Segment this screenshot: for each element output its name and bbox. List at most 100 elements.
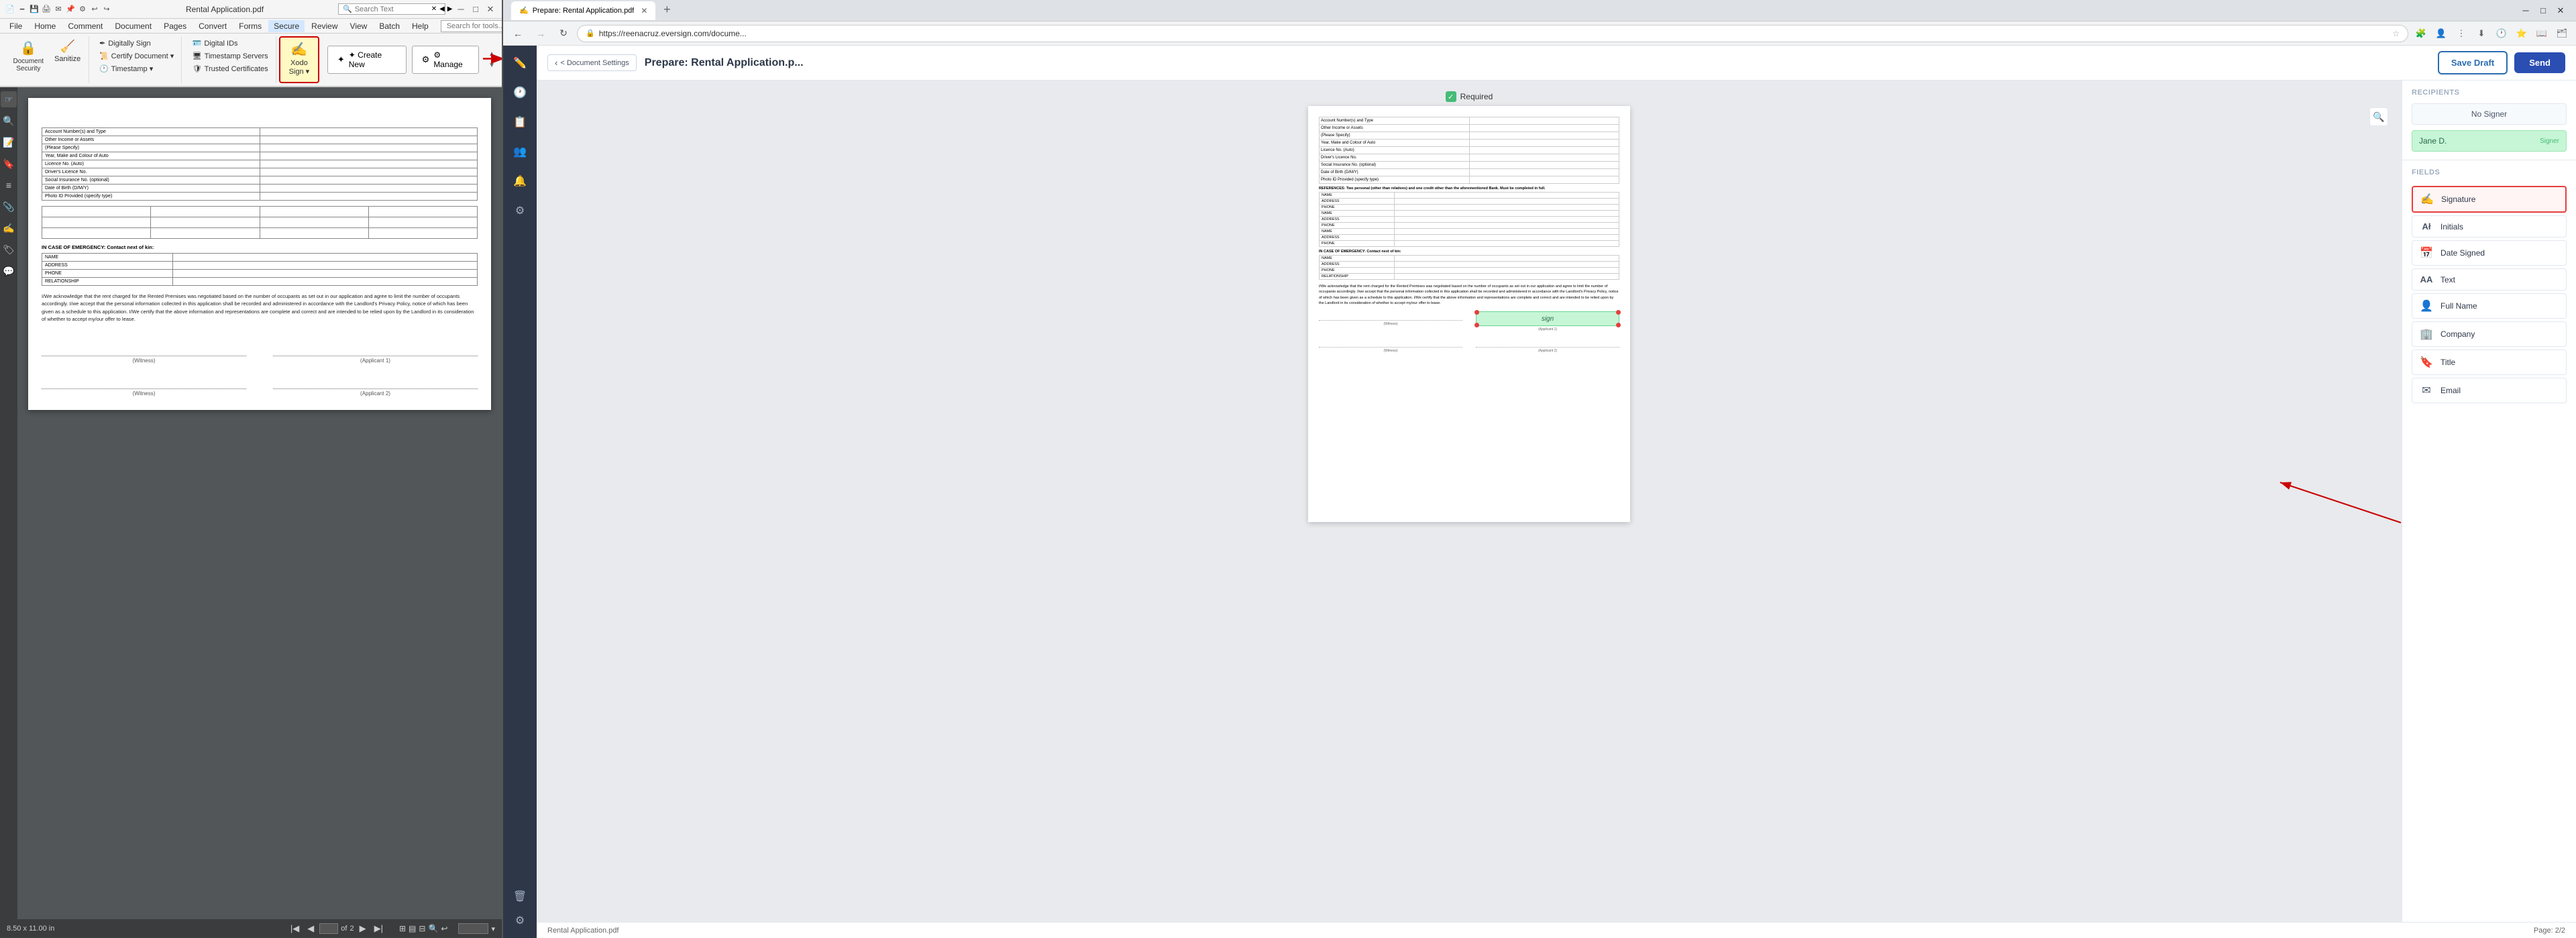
es-copy-icon[interactable]: 📋	[508, 110, 532, 134]
signature-field[interactable]: sign	[1476, 311, 1619, 326]
url-bar[interactable]: 🔒 https://reenacruz.eversign.com/docume.…	[577, 25, 2408, 42]
refresh-btn[interactable]: ↻	[554, 24, 573, 43]
browser-close-btn[interactable]: ✕	[2553, 3, 2568, 18]
menu-document[interactable]: Document	[109, 20, 157, 32]
field-item-full-name[interactable]: 👤 Full Name	[2412, 293, 2567, 319]
view-icon-1[interactable]: ⊞	[399, 924, 406, 933]
menu-view[interactable]: View	[345, 20, 373, 32]
menu-secure[interactable]: Secure	[268, 20, 305, 32]
tools-search-input[interactable]	[441, 20, 503, 32]
digitally-sign-btn[interactable]: ✒ Digitally Sign	[95, 38, 178, 49]
attachments-icon[interactable]: 📎	[1, 199, 17, 215]
certify-document-btn[interactable]: 📜 Certify Document ▾	[95, 50, 178, 62]
layers-icon[interactable]: ≡	[1, 177, 17, 193]
extensions-icon[interactable]: 🧩	[2412, 25, 2430, 42]
new-tab-btn[interactable]: +	[658, 1, 676, 19]
menu-file[interactable]: File	[4, 20, 28, 32]
es-filter-icon[interactable]: ⚙	[508, 199, 532, 223]
es-bell-icon[interactable]: 🔔	[508, 169, 532, 193]
reading-icon[interactable]: 📖	[2533, 25, 2551, 42]
xodo-sign-btn[interactable]: ✍️ XodoSign ▾	[284, 39, 314, 78]
es-users-icon[interactable]: 👥	[508, 140, 532, 164]
document-security-btn[interactable]: 🔒 DocumentSecurity	[9, 38, 48, 74]
field-item-company[interactable]: 🏢 Company	[2412, 321, 2567, 347]
current-page-input[interactable]: 2	[319, 923, 338, 934]
next-page-btn[interactable]: ▶	[357, 922, 369, 935]
url-star-icon[interactable]: ☆	[2392, 29, 2400, 38]
view-icon-5[interactable]: ↩	[441, 924, 447, 933]
comments-icon[interactable]: 💬	[1, 263, 17, 279]
field-item-initials[interactable]: Ał Initials	[2412, 215, 2567, 238]
history-icon[interactable]: 🕐	[2493, 25, 2510, 42]
es-trash-icon[interactable]: 🗑	[508, 884, 532, 908]
search-nav-prev[interactable]: ◀	[439, 5, 445, 13]
menu-forms[interactable]: Forms	[233, 20, 267, 32]
zoom-in-btn[interactable]: 🔍	[2369, 107, 2388, 126]
browser-maximize-btn[interactable]: □	[2536, 3, 2551, 18]
manage-btn[interactable]: ⚙ ⚙ Manage	[412, 46, 479, 74]
timestamp-servers-btn[interactable]: 🖥 Timestamp Servers	[189, 50, 272, 62]
menu-convert[interactable]: Convert	[193, 20, 232, 32]
document-settings-btn[interactable]: ‹ < Document Settings	[547, 54, 637, 71]
save-draft-btn[interactable]: Save Draft	[2438, 51, 2508, 74]
signatures-icon[interactable]: ✍	[1, 220, 17, 236]
zoom-dropdown-icon[interactable]: ▾	[491, 925, 495, 933]
back-btn[interactable]: ←	[508, 24, 527, 43]
search-bar[interactable]: 🔍 ✕ ◀ ▶	[338, 3, 445, 15]
search-input[interactable]	[355, 5, 429, 13]
menu-review[interactable]: Review	[306, 20, 343, 32]
prev-page-btn[interactable]: ◀	[305, 922, 317, 935]
first-page-btn[interactable]: |◀	[288, 922, 302, 935]
zoom-icon[interactable]: 🔍	[1, 113, 17, 129]
menu-pages[interactable]: Pages	[158, 20, 192, 32]
field-item-text[interactable]: AA Text	[2412, 268, 2567, 291]
favorites-icon[interactable]: ⭐	[2513, 25, 2530, 42]
annotations-icon[interactable]: 📝	[1, 134, 17, 150]
bookmarks-icon[interactable]: 🔖	[1, 156, 17, 172]
field-item-email[interactable]: ✉ Email	[2412, 378, 2567, 403]
document-area[interactable]: 🔍 ✓ Required	[537, 81, 2402, 922]
profile-icon[interactable]: 👤	[2432, 25, 2450, 42]
search-nav-next[interactable]: ▶	[447, 5, 453, 13]
create-new-btn[interactable]: ✦ ✦ Create New	[327, 46, 407, 74]
hand-tool-icon[interactable]: ☞	[1, 91, 17, 107]
field-item-title[interactable]: 🔖 Title	[2412, 350, 2567, 375]
signer-item[interactable]: Jane D. Signer	[2412, 130, 2567, 152]
trusted-certs-btn[interactable]: 🛡 Trusted Certificates	[189, 63, 272, 74]
tags-icon[interactable]: 🏷	[1, 242, 17, 258]
view-icon-3[interactable]: ⊟	[419, 924, 425, 933]
close-btn[interactable]: ✕	[484, 3, 496, 15]
digital-ids-btn[interactable]: 🪪 Digital IDs	[189, 38, 272, 49]
forward-btn[interactable]: →	[531, 24, 550, 43]
es-gear-icon[interactable]: ⚙	[508, 908, 532, 933]
tab-close-btn[interactable]: ✕	[641, 6, 647, 15]
view-icon-2[interactable]: ▤	[409, 924, 416, 933]
view-icon-4[interactable]: 🔍	[428, 924, 438, 933]
pdf-scroll-area[interactable]: Account Number(s) and Type Other Income …	[17, 87, 502, 919]
menu-help[interactable]: Help	[407, 20, 434, 32]
menu-comment[interactable]: Comment	[62, 20, 108, 32]
no-signer-btn[interactable]: No Signer	[2412, 103, 2567, 125]
required-checkbox[interactable]: ✓	[1446, 91, 1456, 102]
download-icon[interactable]: ⬇	[2473, 25, 2490, 42]
minimize-btn[interactable]: ─	[455, 3, 467, 15]
redo-icon: ↪	[102, 5, 111, 14]
last-page-btn[interactable]: ▶|	[372, 922, 386, 935]
browser-tab[interactable]: ✍ Prepare: Rental Application.pdf ✕	[511, 1, 655, 20]
browser-settings-icon[interactable]: ⋮	[2453, 25, 2470, 42]
zoom-input[interactable]: 150%	[458, 923, 488, 934]
sanitize-btn[interactable]: 🧹 Sanitize	[50, 38, 85, 74]
es-edit-icon[interactable]: ✏️	[508, 51, 532, 75]
menu-batch[interactable]: Batch	[374, 20, 405, 32]
zoom-control[interactable]: 🔍	[2369, 107, 2388, 126]
menu-home[interactable]: Home	[29, 20, 61, 32]
timestamp-btn[interactable]: 🕐 Timestamp ▾	[95, 63, 178, 74]
field-item-signature[interactable]: ✍ Signature	[2412, 186, 2567, 213]
maximize-btn[interactable]: □	[470, 3, 482, 15]
es-clock-icon[interactable]: 🕐	[508, 81, 532, 105]
field-item-date-signed[interactable]: 📅 Date Signed	[2412, 240, 2567, 266]
collections-icon[interactable]: 🗂	[2553, 25, 2571, 42]
send-btn[interactable]: Send	[2514, 52, 2565, 73]
browser-minimize-btn[interactable]: ─	[2518, 3, 2533, 18]
clear-search-icon[interactable]: ✕	[431, 5, 437, 13]
